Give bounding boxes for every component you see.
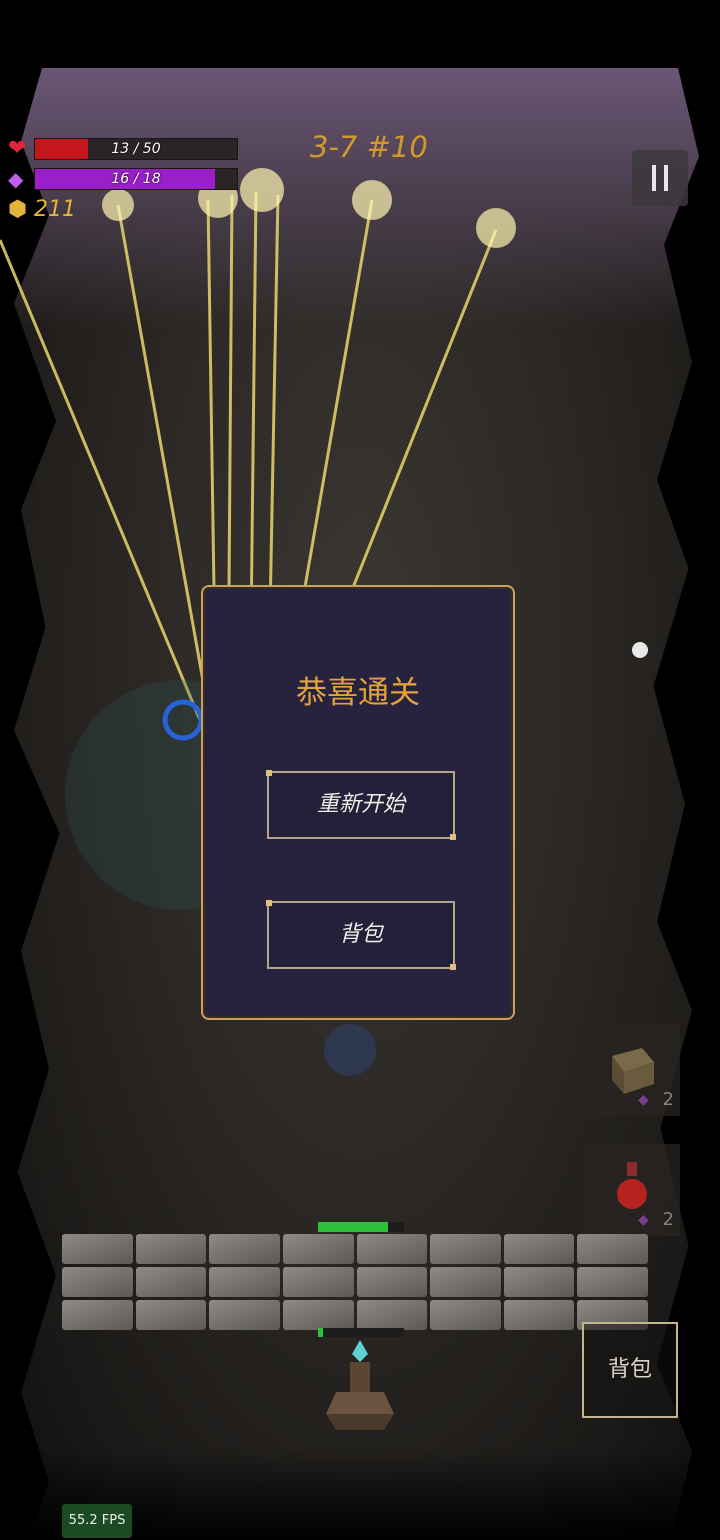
spark-burst: [352, 180, 392, 220]
item-slot-rune-cube[interactable]: ◆ 2: [584, 1024, 680, 1116]
wall-stone: [135, 1300, 207, 1330]
wall-stone: [209, 1234, 280, 1264]
wall-health-bar: [318, 1222, 404, 1232]
gem-icon: ◆: [638, 1212, 649, 1228]
pause-icon: [652, 165, 656, 191]
lightning-beam: [0, 239, 202, 721]
wall-stone: [503, 1300, 575, 1330]
wall-stone: [577, 1267, 648, 1297]
gold-amount: 211: [34, 197, 76, 222]
heart-icon: ❤: [8, 136, 27, 161]
crystal-tower: [326, 1340, 394, 1430]
spark-burst: [476, 208, 516, 248]
slot-count: 2: [662, 1209, 674, 1230]
level-clear-dialog: 恭喜通关 重新开始 背包: [201, 585, 515, 1020]
wall-stone: [62, 1267, 133, 1297]
tower-health-bar: [318, 1328, 404, 1337]
mana-row: ◆ 16 / 18: [8, 168, 238, 190]
coin-icon: ⬢: [8, 196, 28, 222]
wall-stone: [503, 1267, 575, 1297]
lightning-beam: [116, 204, 212, 721]
level-indicator: 3-7 #10: [310, 130, 428, 164]
gem-icon: ◆: [8, 167, 24, 191]
health-row: ❤ 13 / 50: [8, 138, 238, 160]
wall-stone: [135, 1234, 207, 1264]
wall-stone: [356, 1267, 428, 1297]
wall-stone: [135, 1267, 207, 1297]
wall-stone: [430, 1300, 501, 1330]
wall-stone: [282, 1234, 354, 1264]
restart-button[interactable]: 重新开始: [266, 770, 456, 840]
wall-stone: [430, 1234, 501, 1264]
treasure-chest-glow: [324, 1024, 376, 1076]
item-slot-red-potion[interactable]: ◆ 2: [584, 1144, 680, 1236]
wall-stone: [62, 1300, 133, 1330]
fps-counter: 55.2 FPS: [62, 1504, 132, 1538]
mana-bar: 16 / 18: [34, 168, 238, 190]
wall-stone: [356, 1300, 428, 1330]
dialog-backpack-button[interactable]: 背包: [266, 900, 456, 970]
spark-burst: [632, 642, 648, 658]
wall-stone: [356, 1234, 428, 1264]
health-text: 13 / 50: [111, 141, 161, 157]
spark-burst: [102, 189, 134, 221]
slot-count: 2: [662, 1089, 674, 1110]
mana-text: 16 / 18: [111, 171, 161, 187]
wall-stone: [209, 1300, 280, 1330]
spark-burst: [240, 168, 284, 212]
gem-icon: ◆: [638, 1092, 649, 1108]
red-potion-icon: [617, 1162, 647, 1209]
health-bar: 13 / 50: [34, 138, 238, 160]
stone-wall: [62, 1234, 648, 1330]
wall-stone: [577, 1234, 648, 1264]
dialog-title: 恭喜通关: [296, 675, 420, 711]
backpack-button[interactable]: 背包: [582, 1322, 678, 1418]
gold-row: ⬢ 211: [8, 197, 76, 222]
pause-button[interactable]: [632, 150, 688, 206]
wall-stone: [209, 1267, 280, 1297]
wall-stone: [62, 1234, 133, 1264]
wall-stone: [282, 1300, 354, 1330]
wall-stone: [430, 1267, 501, 1297]
wall-stone: [282, 1267, 354, 1297]
rune-cube-icon: [612, 1048, 654, 1094]
wall-stone: [503, 1234, 575, 1264]
